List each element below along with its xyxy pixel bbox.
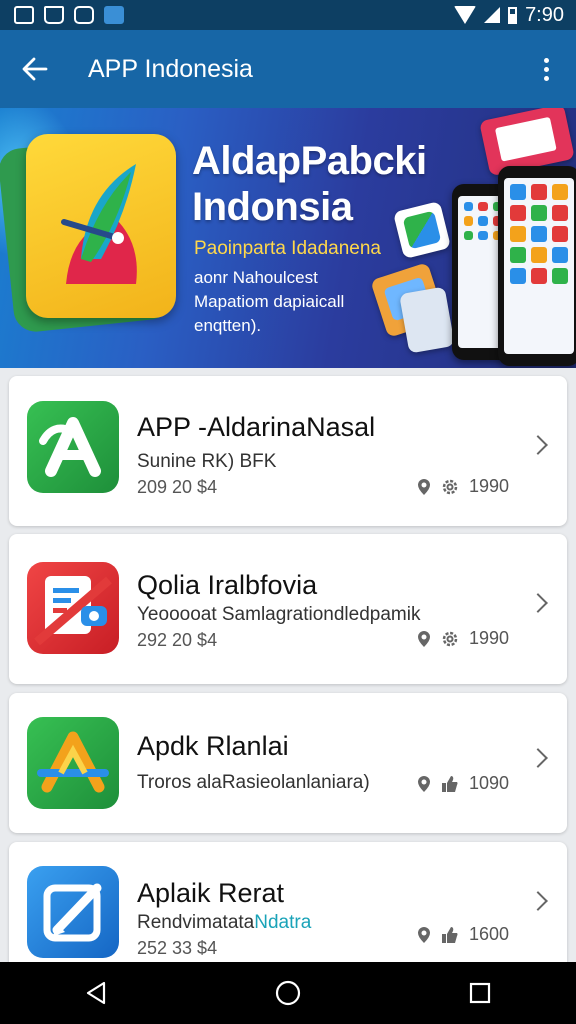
promo-banner[interactable]: AldapPabcki Indonsia Paoinparta Idadanen… (0, 108, 576, 368)
app-stats: 1990 (417, 628, 509, 649)
banner-logo-icon (26, 134, 176, 318)
list-item[interactable]: Apdk Rlanlai Troros alaRasieolanlaniara)… (9, 693, 567, 833)
bag-icon (44, 6, 64, 24)
app-description: Sunine RK) BFK (137, 451, 277, 472)
app-stat-value: 1990 (468, 476, 509, 496)
photo-icon (14, 6, 34, 24)
nav-home-icon (275, 980, 301, 1006)
gear-icon (442, 479, 458, 494)
signal-icon (484, 7, 501, 23)
location-pin-icon (417, 630, 430, 647)
chevron-right-icon (528, 891, 548, 911)
app-bar: APP Indonesia (0, 30, 576, 108)
app-description: Yeooooat Samlagrationdledpamik (137, 604, 421, 625)
blue-edit-icon (27, 866, 119, 958)
app-list[interactable]: APP -AldarinaNasal Sunine RK) BFK 209 20… (0, 368, 576, 962)
system-indicators: 7:90 (454, 4, 564, 27)
green-orange-triangle-icon (27, 717, 119, 809)
phone-mockup-icon (498, 166, 576, 366)
floating-screenshot-card-icon (399, 286, 455, 354)
more-vert-icon (543, 57, 549, 63)
system-nav-bar (0, 962, 576, 1024)
app-meta: 252 33 $4 (137, 938, 218, 958)
nav-recents-icon (469, 982, 491, 1004)
nav-back-icon (86, 981, 106, 1005)
app-description: Troros alaRasieolanlaniara) (137, 772, 370, 793)
red-document-icon (27, 562, 119, 654)
app-stat-value: 1600 (468, 924, 509, 944)
location-pin-icon (417, 926, 430, 943)
app-stats: 1990 (417, 476, 509, 497)
banner-subtitle: Paoinparta Idadanena (194, 238, 381, 259)
wifi-icon (454, 6, 477, 24)
list-item[interactable]: Qolia Iralbfovia Yeooooat Samlagrationdl… (9, 534, 567, 684)
chevron-right-icon (528, 435, 548, 455)
green-a-logo-icon (27, 401, 119, 493)
chevron-right-icon (528, 593, 548, 613)
clock: 7:90 (525, 3, 564, 26)
notification-icons (14, 6, 124, 24)
page-title: APP Indonesia (88, 54, 253, 83)
app-grid-preview (504, 178, 574, 290)
back-button[interactable] (14, 48, 56, 90)
location-pin-icon (417, 478, 430, 495)
app-meta: 209 20 $4 (137, 477, 218, 497)
nav-home-button[interactable] (258, 968, 318, 1018)
note-icon (104, 6, 124, 24)
thumbs-up-icon (441, 926, 458, 943)
list-item[interactable]: Aplaik Rerat RendvimatataNdatra 252 33 $… (9, 842, 567, 962)
arrow-left-icon (22, 57, 48, 81)
app-name: Aplaik Rerat (137, 878, 285, 908)
more-options-button[interactable] (532, 48, 560, 90)
chevron-right-icon (528, 748, 548, 768)
app-stat-value: 1090 (468, 773, 509, 793)
app-stats: 1090 (417, 773, 509, 794)
status-bar: 7:90 (0, 0, 576, 30)
app-description-text: Rendvimatata (137, 912, 255, 933)
nav-recents-button[interactable] (450, 968, 510, 1018)
app-name: Qolia Iralbfovia (137, 570, 318, 600)
thumbs-up-icon (441, 775, 458, 792)
app-stat-value: 1990 (468, 628, 509, 648)
nav-back-button[interactable] (66, 968, 126, 1018)
app-name: Apdk Rlanlai (137, 731, 289, 761)
app-name: APP -AldarinaNasal (137, 412, 376, 442)
app-meta: 292 20 $4 (137, 630, 218, 650)
app-description-accent: Ndatra (254, 912, 312, 933)
app-description: RendvimatataNdatra (137, 912, 311, 934)
list-item[interactable]: APP -AldarinaNasal Sunine RK) BFK 209 20… (9, 376, 567, 526)
banner-tagline: aonr Nahoulcest Mapatiom dapiaicall enqt… (194, 268, 345, 335)
gear-icon (442, 631, 458, 646)
battery-icon (508, 6, 518, 24)
chat-icon (74, 6, 94, 24)
app-stats: 1600 (417, 924, 509, 945)
location-pin-icon (417, 775, 430, 792)
